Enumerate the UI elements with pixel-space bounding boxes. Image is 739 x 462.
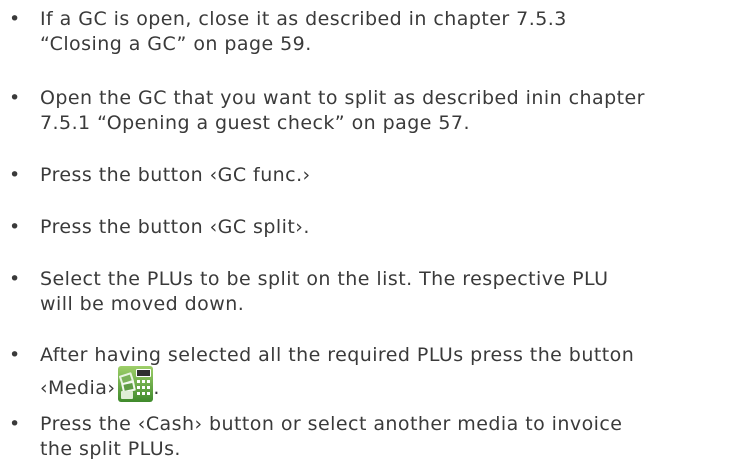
list-item-text: If a GC is open, close it as described i… [40, 8, 567, 55]
bullet: • [9, 87, 21, 109]
list-item-text: After having selected all the required P… [40, 343, 730, 402]
media-label: ‹Media› [40, 377, 116, 399]
list-item-text: Press the ‹Cash› button or select anothe… [40, 413, 623, 460]
period: . [153, 377, 160, 399]
bullet: • [9, 268, 21, 290]
bullet: • [9, 216, 21, 238]
bullet: • [9, 164, 21, 186]
list-item-text-line: ‹Media› . [40, 366, 730, 402]
list-item-text: Select the PLUs to be split on the list.… [40, 268, 609, 315]
document-page: • If a GC is open, close it as described… [0, 0, 739, 460]
media-icon [118, 366, 154, 402]
bullet: • [9, 413, 21, 435]
list-item-text: Press the button ‹GC func.› [40, 164, 311, 186]
list-item-text: Open the GC that you want to split as de… [40, 87, 645, 134]
list-item-text-line: After having selected all the required P… [40, 344, 635, 366]
list-item-text: Press the button ‹GC split›. [40, 216, 310, 238]
bullet: • [9, 8, 21, 30]
bullet: • [9, 344, 21, 366]
